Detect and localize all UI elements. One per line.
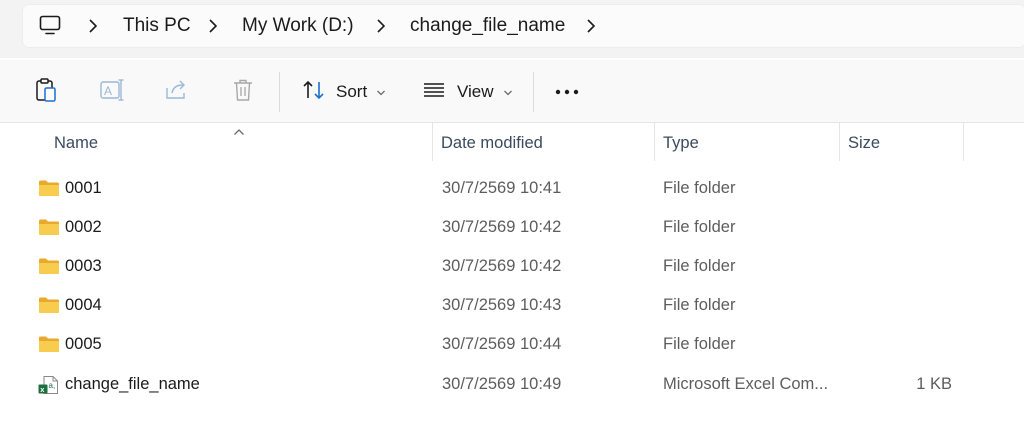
file-row[interactable]: 0005 30/7/2569 10:44 File folder: [0, 325, 1024, 363]
file-date-modified: 30/7/2569 10:42: [442, 257, 562, 275]
file-size: 1 KB: [916, 375, 952, 393]
column-divider[interactable]: [963, 123, 964, 161]
breadcrumb-drive[interactable]: My Work (D:): [242, 16, 354, 36]
file-row[interactable]: a, x change_file_name 30/7/2569 10:49 Mi…: [0, 365, 1024, 403]
svg-text:A: A: [104, 84, 112, 98]
breadcrumb-this-pc[interactable]: This PC: [123, 16, 191, 36]
view-list-icon: [423, 81, 445, 104]
column-header-size[interactable]: Size: [848, 134, 880, 153]
folder-icon: [38, 335, 60, 353]
file-row[interactable]: 0004 30/7/2569 10:43 File folder: [0, 286, 1024, 324]
chevron-right-icon[interactable]: [376, 18, 386, 34]
svg-text:a,: a,: [49, 381, 56, 390]
computer-icon[interactable]: [39, 15, 61, 35]
view-button[interactable]: View: [423, 76, 513, 108]
address-bar[interactable]: This PC My Work (D:) change_file_name: [22, 4, 1024, 48]
command-bar: A Sort View: [0, 60, 1024, 123]
file-date-modified: 30/7/2569 10:41: [442, 179, 562, 197]
folder-icon: [38, 218, 60, 236]
toolbar-divider: [279, 72, 280, 112]
rename-button[interactable]: A: [97, 77, 127, 107]
folder-icon: [38, 179, 60, 197]
file-type: File folder: [663, 218, 736, 236]
file-name: 0005: [65, 335, 102, 353]
file-type: File folder: [663, 257, 736, 275]
sort-label: Sort: [336, 82, 368, 101]
file-date-modified: 30/7/2569 10:42: [442, 218, 562, 236]
chevron-right-icon[interactable]: [88, 18, 98, 34]
column-header-type[interactable]: Type: [663, 134, 699, 153]
share-button[interactable]: [162, 77, 192, 107]
sort-button[interactable]: Sort: [302, 76, 386, 108]
breadcrumb-current-folder[interactable]: change_file_name: [410, 16, 565, 36]
toolbar-divider: [533, 72, 534, 112]
file-name: 0003: [65, 257, 102, 275]
folder-icon: [38, 296, 60, 314]
file-name: 0002: [65, 218, 102, 236]
file-date-modified: 30/7/2569 10:43: [442, 296, 562, 314]
share-icon: [164, 78, 190, 107]
delete-icon: [232, 78, 254, 107]
file-date-modified: 30/7/2569 10:44: [442, 335, 562, 353]
file-name: change_file_name: [65, 375, 200, 393]
excel-csv-icon: a, x: [38, 375, 60, 394]
file-type: Microsoft Excel Com...: [663, 375, 828, 393]
file-type: File folder: [663, 335, 736, 353]
folder-icon: [38, 257, 60, 275]
column-header-date-modified[interactable]: Date modified: [441, 134, 543, 153]
rename-icon: A: [99, 78, 125, 107]
column-divider[interactable]: [432, 123, 433, 161]
ellipsis-icon: [554, 83, 580, 101]
chevron-right-icon[interactable]: [586, 18, 596, 34]
delete-button[interactable]: [228, 77, 258, 107]
view-label: View: [457, 82, 494, 101]
file-name: 0001: [65, 179, 102, 197]
chevron-down-icon: [376, 82, 386, 102]
chevron-down-icon: [503, 82, 513, 102]
column-divider[interactable]: [654, 123, 655, 161]
column-divider[interactable]: [839, 123, 840, 161]
chevron-right-icon[interactable]: [208, 18, 218, 34]
file-row[interactable]: 0002 30/7/2569 10:42 File folder: [0, 208, 1024, 246]
sort-ascending-icon: [233, 123, 245, 135]
file-type: File folder: [663, 179, 736, 197]
file-type: File folder: [663, 296, 736, 314]
more-options-button[interactable]: [552, 77, 582, 107]
sort-icon: [302, 79, 326, 106]
file-date-modified: 30/7/2569 10:49: [442, 375, 562, 393]
paste-icon: [34, 77, 58, 108]
column-header-name[interactable]: Name: [54, 134, 98, 153]
file-name: 0004: [65, 296, 102, 314]
paste-button[interactable]: [31, 77, 61, 107]
file-row[interactable]: 0001 30/7/2569 10:41 File folder: [0, 169, 1024, 207]
file-row[interactable]: 0003 30/7/2569 10:42 File folder: [0, 247, 1024, 285]
